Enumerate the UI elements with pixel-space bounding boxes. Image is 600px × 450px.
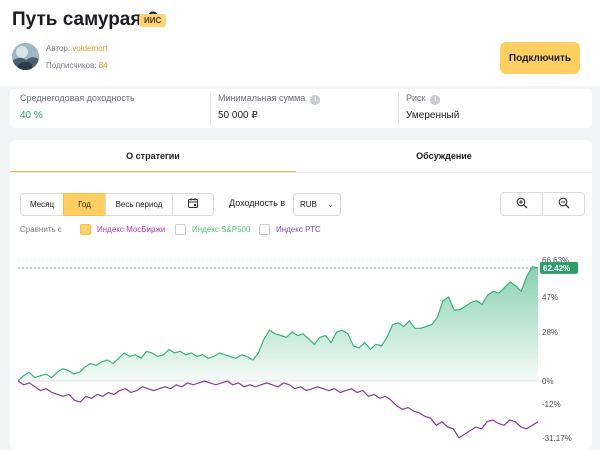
y-tick-label: -31.17% xyxy=(542,434,572,443)
iis-badge: ИИС xyxy=(139,14,167,27)
strategy-panel: О стратегии Обсуждение Месяц Год Весь пе… xyxy=(10,140,592,450)
subscribers-label: Подписчиков: xyxy=(46,61,97,70)
stat-annual-yield: Среднегодовая доходность 40 % xyxy=(20,89,210,128)
author-link[interactable]: voldemort xyxy=(72,44,107,53)
stat-label: Среднегодовая доходность xyxy=(20,93,135,103)
divider xyxy=(398,93,399,125)
y-tick-label: 28% xyxy=(542,328,558,337)
stat-value: 50 000 ₽ xyxy=(218,110,258,121)
y-tick-label: -12% xyxy=(542,400,561,409)
stat-label: Минимальная сумма xyxy=(218,93,306,103)
info-icon[interactable]: i xyxy=(310,95,321,105)
divider xyxy=(210,93,211,125)
y-tick-label: 0% xyxy=(542,377,554,386)
stat-value: Умеренный xyxy=(406,110,460,121)
yield-chart[interactable]: 66.63%47%28%0%-12%-31.17%62.42% xyxy=(10,140,592,450)
stat-min-amount: Минимальная сумма i 50 000 ₽ xyxy=(218,89,398,128)
page-title: Путь самурая-2 xyxy=(12,9,159,30)
series-0-area xyxy=(18,266,538,381)
stat-label: Риск xyxy=(406,93,426,103)
subscribers-line: Подписчиков: 84 xyxy=(46,61,108,70)
stat-risk: Риск i Умеренный xyxy=(406,89,586,128)
strategy-page: Путь самурая-2 ИИС Автор: voldemort Подп… xyxy=(0,0,600,450)
connect-button[interactable]: Подключить xyxy=(500,42,580,74)
stat-label-row: Минимальная сумма i xyxy=(218,93,321,105)
avatar-image xyxy=(12,43,39,70)
stat-value: 40 % xyxy=(20,110,43,121)
strategy-stats: Среднегодовая доходность 40 % Минимальна… xyxy=(10,89,592,128)
subscribers-count: 84 xyxy=(98,61,108,70)
current-value-label: 62.42% xyxy=(543,264,570,273)
stat-label-row: Риск i xyxy=(406,93,441,105)
avatar[interactable] xyxy=(12,43,39,70)
author-line: Автор: voldemort xyxy=(46,44,107,53)
strategy-header: Путь самурая-2 ИИС Автор: voldemort Подп… xyxy=(0,0,600,86)
series-1-line xyxy=(17,380,539,439)
y-tick-label: 47% xyxy=(542,293,558,302)
author-label: Автор: xyxy=(46,44,71,53)
info-icon[interactable]: i xyxy=(430,95,441,105)
